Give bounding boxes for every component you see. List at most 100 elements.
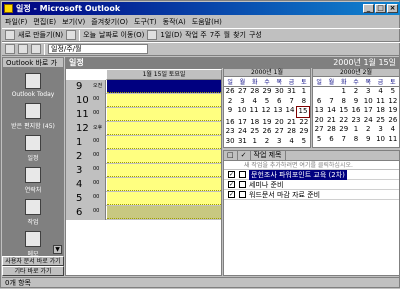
day-cell[interactable]: 2: [350, 87, 362, 97]
day-view-button[interactable]: 1일(D): [160, 30, 182, 40]
task-complete-checkbox[interactable]: [239, 181, 246, 188]
day-cell[interactable]: 2: [362, 125, 374, 135]
day-cell[interactable]: 26: [261, 127, 273, 137]
appointment-area[interactable]: [107, 80, 221, 93]
day-cell[interactable]: 8: [338, 97, 350, 107]
day-cell[interactable]: 7: [338, 135, 350, 145]
day-cell[interactable]: 6: [325, 135, 337, 145]
day-cell[interactable]: 19: [387, 106, 399, 116]
day-cell[interactable]: 12: [260, 106, 272, 118]
shortcut-contacts[interactable]: 연락처: [2, 164, 64, 196]
day-cell[interactable]: 15: [338, 106, 350, 116]
day-cell[interactable]: 9: [362, 135, 374, 145]
day-cell[interactable]: 3: [362, 87, 374, 97]
day-cell[interactable]: 28: [285, 127, 297, 137]
day-cell[interactable]: 1: [298, 87, 310, 97]
day-cell[interactable]: 27: [313, 125, 325, 135]
address-field[interactable]: 일정/주/월: [48, 44, 148, 54]
day-cell[interactable]: 14: [325, 106, 337, 116]
day-cell[interactable]: 1: [338, 87, 350, 97]
day-cell[interactable]: 12: [387, 97, 399, 107]
day-cell[interactable]: 1: [249, 137, 261, 147]
day-cell[interactable]: 27: [273, 127, 285, 137]
day-cell[interactable]: 14: [284, 106, 296, 118]
day-cell[interactable]: 10: [236, 106, 248, 118]
day-cell[interactable]: 7: [325, 97, 337, 107]
time-slot[interactable]: 9 오전: [66, 80, 221, 94]
day-cell[interactable]: 17: [236, 118, 248, 128]
appointment-area[interactable]: [107, 206, 221, 219]
back-icon[interactable]: [5, 44, 15, 54]
day-cell[interactable]: 16: [350, 106, 362, 116]
day-cell[interactable]: 29: [298, 127, 310, 137]
time-slot[interactable]: 6 00: [66, 206, 221, 220]
shortcut-outlook-today[interactable]: Outlook Today: [2, 68, 64, 100]
day-cell[interactable]: 30: [224, 137, 236, 147]
menu-tools[interactable]: 도구(T): [131, 16, 160, 28]
print-icon[interactable]: [66, 30, 77, 40]
day-cell[interactable]: 5: [387, 87, 399, 97]
day-cell[interactable]: 20: [273, 118, 285, 128]
day-cell[interactable]: 7: [285, 97, 297, 107]
group-my-shortcuts[interactable]: 사용자 문서 바로 가기: [2, 256, 64, 266]
new-icon[interactable]: [5, 30, 15, 40]
day-cell[interactable]: 28: [325, 125, 337, 135]
appointment-area[interactable]: [107, 94, 221, 107]
time-slot[interactable]: 4 00: [66, 178, 221, 192]
day-cell[interactable]: 6: [273, 97, 285, 107]
day-cell[interactable]: 13: [272, 106, 284, 118]
time-slot[interactable]: 10 00: [66, 94, 221, 108]
day-cell[interactable]: 30: [273, 87, 285, 97]
day-cell[interactable]: 11: [248, 106, 260, 118]
day-cell[interactable]: 10: [362, 97, 374, 107]
maximize-button[interactable]: □: [375, 4, 386, 13]
day-cell[interactable]: 2: [224, 97, 236, 107]
day-cell[interactable]: [313, 87, 325, 97]
day-cell[interactable]: 22: [298, 118, 310, 128]
date-navigator-february[interactable]: 2000년 2월 일 월 화 수 목 금 토 1 2 3 4 5 6 7 8 9 10 11 12 13 14 15 16 17…: [312, 68, 400, 148]
day-cell[interactable]: 5: [298, 137, 310, 147]
forward-icon[interactable]: [18, 44, 28, 54]
day-cell[interactable]: 27: [236, 87, 248, 97]
menu-help[interactable]: 도움말(H): [189, 16, 225, 28]
group-other-shortcuts[interactable]: 기타 바로 가기: [2, 266, 64, 276]
find-button[interactable]: 찾기: [233, 30, 246, 40]
day-cell[interactable]: 6: [313, 97, 325, 107]
day-cell[interactable]: 15: [296, 106, 310, 118]
day-cell[interactable]: 25: [249, 127, 261, 137]
day-cell[interactable]: 21: [285, 118, 297, 128]
time-slot[interactable]: 5 00: [66, 192, 221, 206]
day-cell[interactable]: 9: [350, 97, 362, 107]
day-cell[interactable]: 4: [387, 125, 399, 135]
appointment-area[interactable]: [107, 164, 221, 177]
day-cell[interactable]: 25: [374, 116, 386, 126]
day-cell[interactable]: 13: [313, 106, 325, 116]
task-item[interactable]: ✓ 워드문서 마감 자료 준비: [224, 190, 399, 200]
up-folder-icon[interactable]: [31, 44, 41, 54]
day-cell[interactable]: 8: [350, 135, 362, 145]
time-slot[interactable]: 3 00: [66, 164, 221, 178]
week-button[interactable]: 7주: [210, 30, 221, 40]
day-cell[interactable]: 22: [338, 116, 350, 126]
appointment-area[interactable]: [107, 150, 221, 163]
task-complete-checkbox[interactable]: [239, 171, 246, 178]
day-cell[interactable]: 31: [236, 137, 248, 147]
day-cell[interactable]: 24: [236, 127, 248, 137]
day-cell[interactable]: 5: [313, 135, 325, 145]
day-cell[interactable]: 1: [350, 125, 362, 135]
today-button[interactable]: 오늘: [83, 30, 96, 40]
day-cell[interactable]: 29: [261, 87, 273, 97]
menu-file[interactable]: 파일(F): [2, 16, 30, 28]
close-button[interactable]: ×: [387, 4, 398, 13]
day-cell[interactable]: 9: [224, 106, 236, 118]
task-subject-header[interactable]: 작업 제목: [251, 151, 286, 160]
day-cell[interactable]: 5: [261, 97, 273, 107]
day-cell[interactable]: 23: [224, 127, 236, 137]
day-cell[interactable]: 10: [374, 135, 386, 145]
appointment-area[interactable]: [107, 178, 221, 191]
scroll-down-icon[interactable]: ▼: [53, 245, 62, 254]
work-week-button[interactable]: 작업 주: [185, 30, 207, 40]
day-cell[interactable]: 3: [374, 125, 386, 135]
appointment-area[interactable]: [107, 136, 221, 149]
time-slot[interactable]: 11 00: [66, 108, 221, 122]
